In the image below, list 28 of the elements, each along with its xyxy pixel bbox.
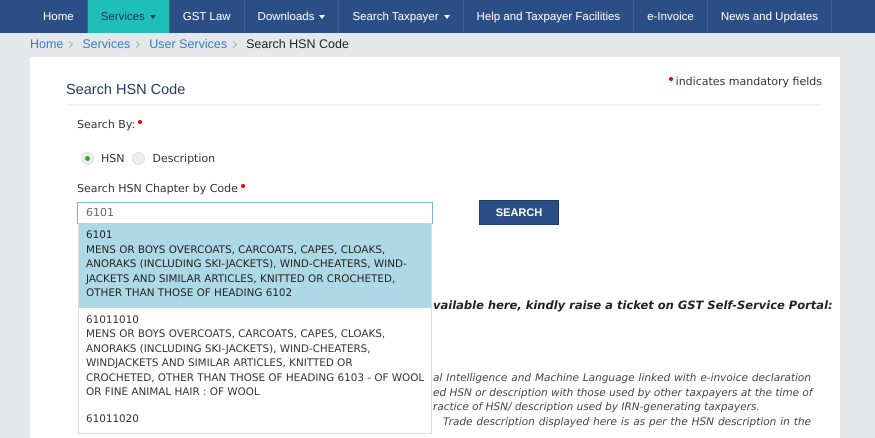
nav-tab[interactable]: Help and Taxpayer Facilities	[464, 0, 634, 33]
disclaimer-text: Trade description displayed here is as per the HSN description in the	[442, 414, 811, 429]
nav-tab[interactable]: Services	[88, 0, 170, 33]
nav-tab[interactable]: Downloads	[244, 0, 340, 33]
mandatory-note: indicates mandatory fields	[668, 75, 822, 88]
radio-button[interactable]	[132, 152, 146, 165]
nav-tab[interactable]: News and Updates	[708, 0, 832, 33]
input-field[interactable]: 6101	[77, 202, 433, 224]
radio-button[interactable]	[81, 152, 94, 165]
nav-tab[interactable]: GST Law	[170, 0, 245, 33]
breadcrumb-current: Search HSN Code	[246, 37, 349, 51]
suggestion-item[interactable]: 61011020	[79, 406, 431, 434]
disclaimer-text: al Intelligence and Machine Language linked with e-invoice declaration	[433, 371, 811, 386]
page-title: Search HSN Code	[66, 82, 186, 98]
nav-tab[interactable]: Search Taxpayer	[339, 0, 464, 33]
field-label: Search HSN Chapter by Code	[77, 182, 822, 195]
suggestion-item[interactable]: 61011010 MENS OR BOYS OVERCOATS, CARCOATS, CAPES, CLOAKS, ANORAKS (INCLUDING SKI-JACKETS), WIND-CHEATERS, WINDJACKETS AND SIMILAR ARTICLES, KNITTED OR CROCHETED, OTHER THAN THOSE OF HEADING 6103 - OF WOOL OR FINE ANIMAL HAIR : OF WOOL	[79, 308, 431, 407]
breadcrumb-link[interactable]: Services	[82, 37, 130, 51]
breadcrumb-link[interactable]: Home	[30, 37, 64, 51]
disclaimer-text: ractice of HSN/ description used by IRN-generating taxpayers.	[433, 400, 761, 414]
notice-text: vailable here, kindly raise a ticket on GST Self-Service Portal:	[433, 298, 834, 312]
radio-label: Description	[152, 152, 216, 165]
radio-label: HSN	[101, 152, 124, 165]
field-label: Search By:	[77, 118, 822, 131]
breadcrumb-link[interactable]: User Services	[149, 37, 228, 51]
nav-tab[interactable]: e-Invoice	[634, 0, 708, 33]
suggestion-item[interactable]: 6101 MENS OR BOYS OVERCOATS, CARCOATS, CAPES, CLOAKS, ANORAKS (INCLUDING SKI-JACKETS), WIND-CHEATERS, WIND- JACKETS AND SIMILAR ARTICLES, KNITTED OR CROCHETED, OTHER THAN THOSE OF HEADING 6102	[79, 223, 431, 308]
search-button[interactable]: SEARCH	[479, 200, 559, 225]
